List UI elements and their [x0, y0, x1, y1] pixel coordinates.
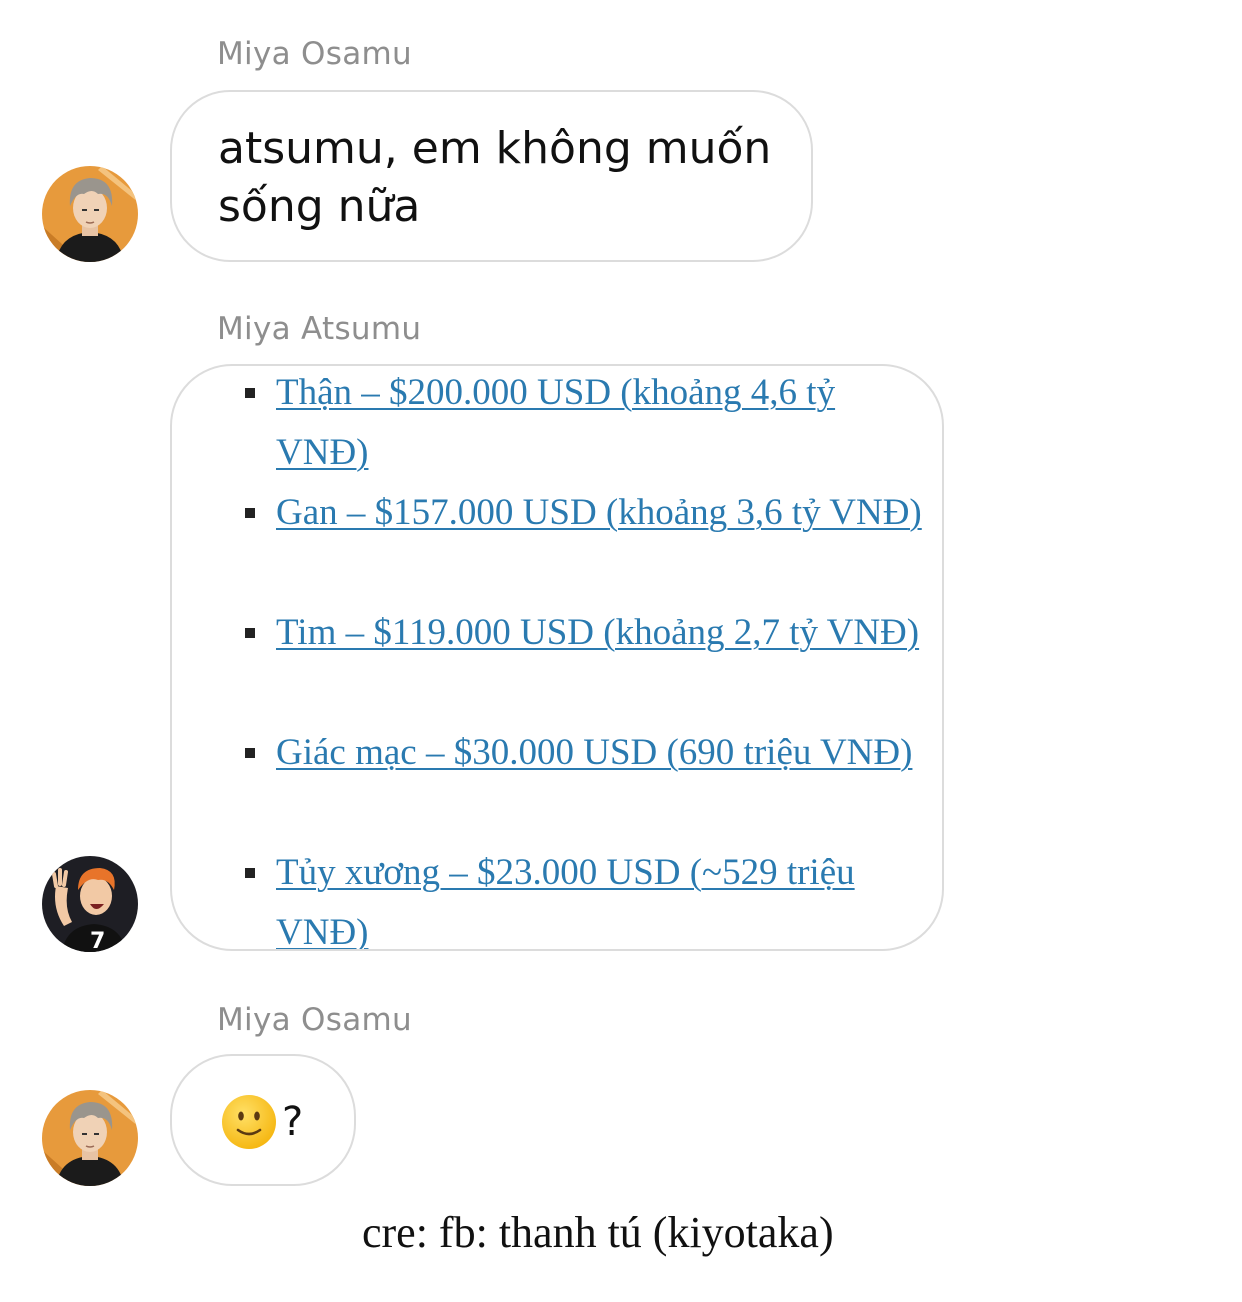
avatar-osamu-image — [42, 1090, 138, 1186]
bullet-icon — [245, 868, 255, 878]
message-content: ? — [220, 1093, 303, 1151]
credit-caption: cre: fb: thanh tú (kiyotaka) — [362, 1208, 834, 1257]
avatar-osamu-image — [42, 166, 138, 262]
list-item: Thận – $200.000 USD (khoảng 4,6 tỷ VNĐ) — [245, 366, 936, 483]
list-item-link[interactable]: Tim – $119.000 USD (khoảng 2,7 tỷ VNĐ) — [276, 612, 919, 653]
bullet-icon — [245, 388, 255, 398]
avatar-atsumu-image: 7 — [42, 856, 138, 952]
bullet-icon — [245, 508, 255, 518]
bullet-icon — [245, 628, 255, 638]
list-item-link[interactable]: Giác mạc – $30.000 USD (690 triệu VNĐ) — [276, 732, 912, 773]
bullet-icon — [245, 748, 255, 758]
list-item: Gan – $157.000 USD (khoảng 3,6 tỷ VNĐ) — [245, 483, 936, 603]
list-item-link[interactable]: Thận – $200.000 USD (khoảng 4,6 tỷ VNĐ) — [276, 372, 835, 473]
svg-text:7: 7 — [90, 929, 105, 952]
message-bubble[interactable]: ? — [170, 1054, 356, 1186]
message-text: ? — [282, 1099, 304, 1145]
avatar[interactable] — [42, 1090, 138, 1186]
sender-name: Miya Osamu — [217, 36, 412, 72]
slightly-smiling-face-icon — [222, 1095, 276, 1149]
message-bubble[interactable]: Thận – $200.000 USD (khoảng 4,6 tỷ VNĐ) … — [170, 364, 944, 951]
avatar[interactable] — [42, 166, 138, 262]
sender-name: Miya Atsumu — [217, 311, 422, 347]
sender-name: Miya Osamu — [217, 1002, 412, 1038]
list-item-link[interactable]: Tủy xương – $23.000 USD (~529 triệu VNĐ) — [276, 852, 855, 949]
list-item: Giác mạc – $30.000 USD (690 triệu VNĐ) — [245, 723, 936, 843]
avatar[interactable]: 7 — [42, 856, 138, 952]
message-bubble[interactable]: atsumu, em không muốn sống nữa — [170, 90, 813, 262]
organ-price-list: Thận – $200.000 USD (khoảng 4,6 tỷ VNĐ) … — [245, 366, 936, 949]
list-item: Tủy xương – $23.000 USD (~529 triệu VNĐ) — [245, 843, 936, 949]
list-item-link[interactable]: Gan – $157.000 USD (khoảng 3,6 tỷ VNĐ) — [276, 492, 922, 533]
list-item: Tim – $119.000 USD (khoảng 2,7 tỷ VNĐ) — [245, 603, 936, 723]
message-text: atsumu, em không muốn sống nữa — [218, 123, 772, 232]
